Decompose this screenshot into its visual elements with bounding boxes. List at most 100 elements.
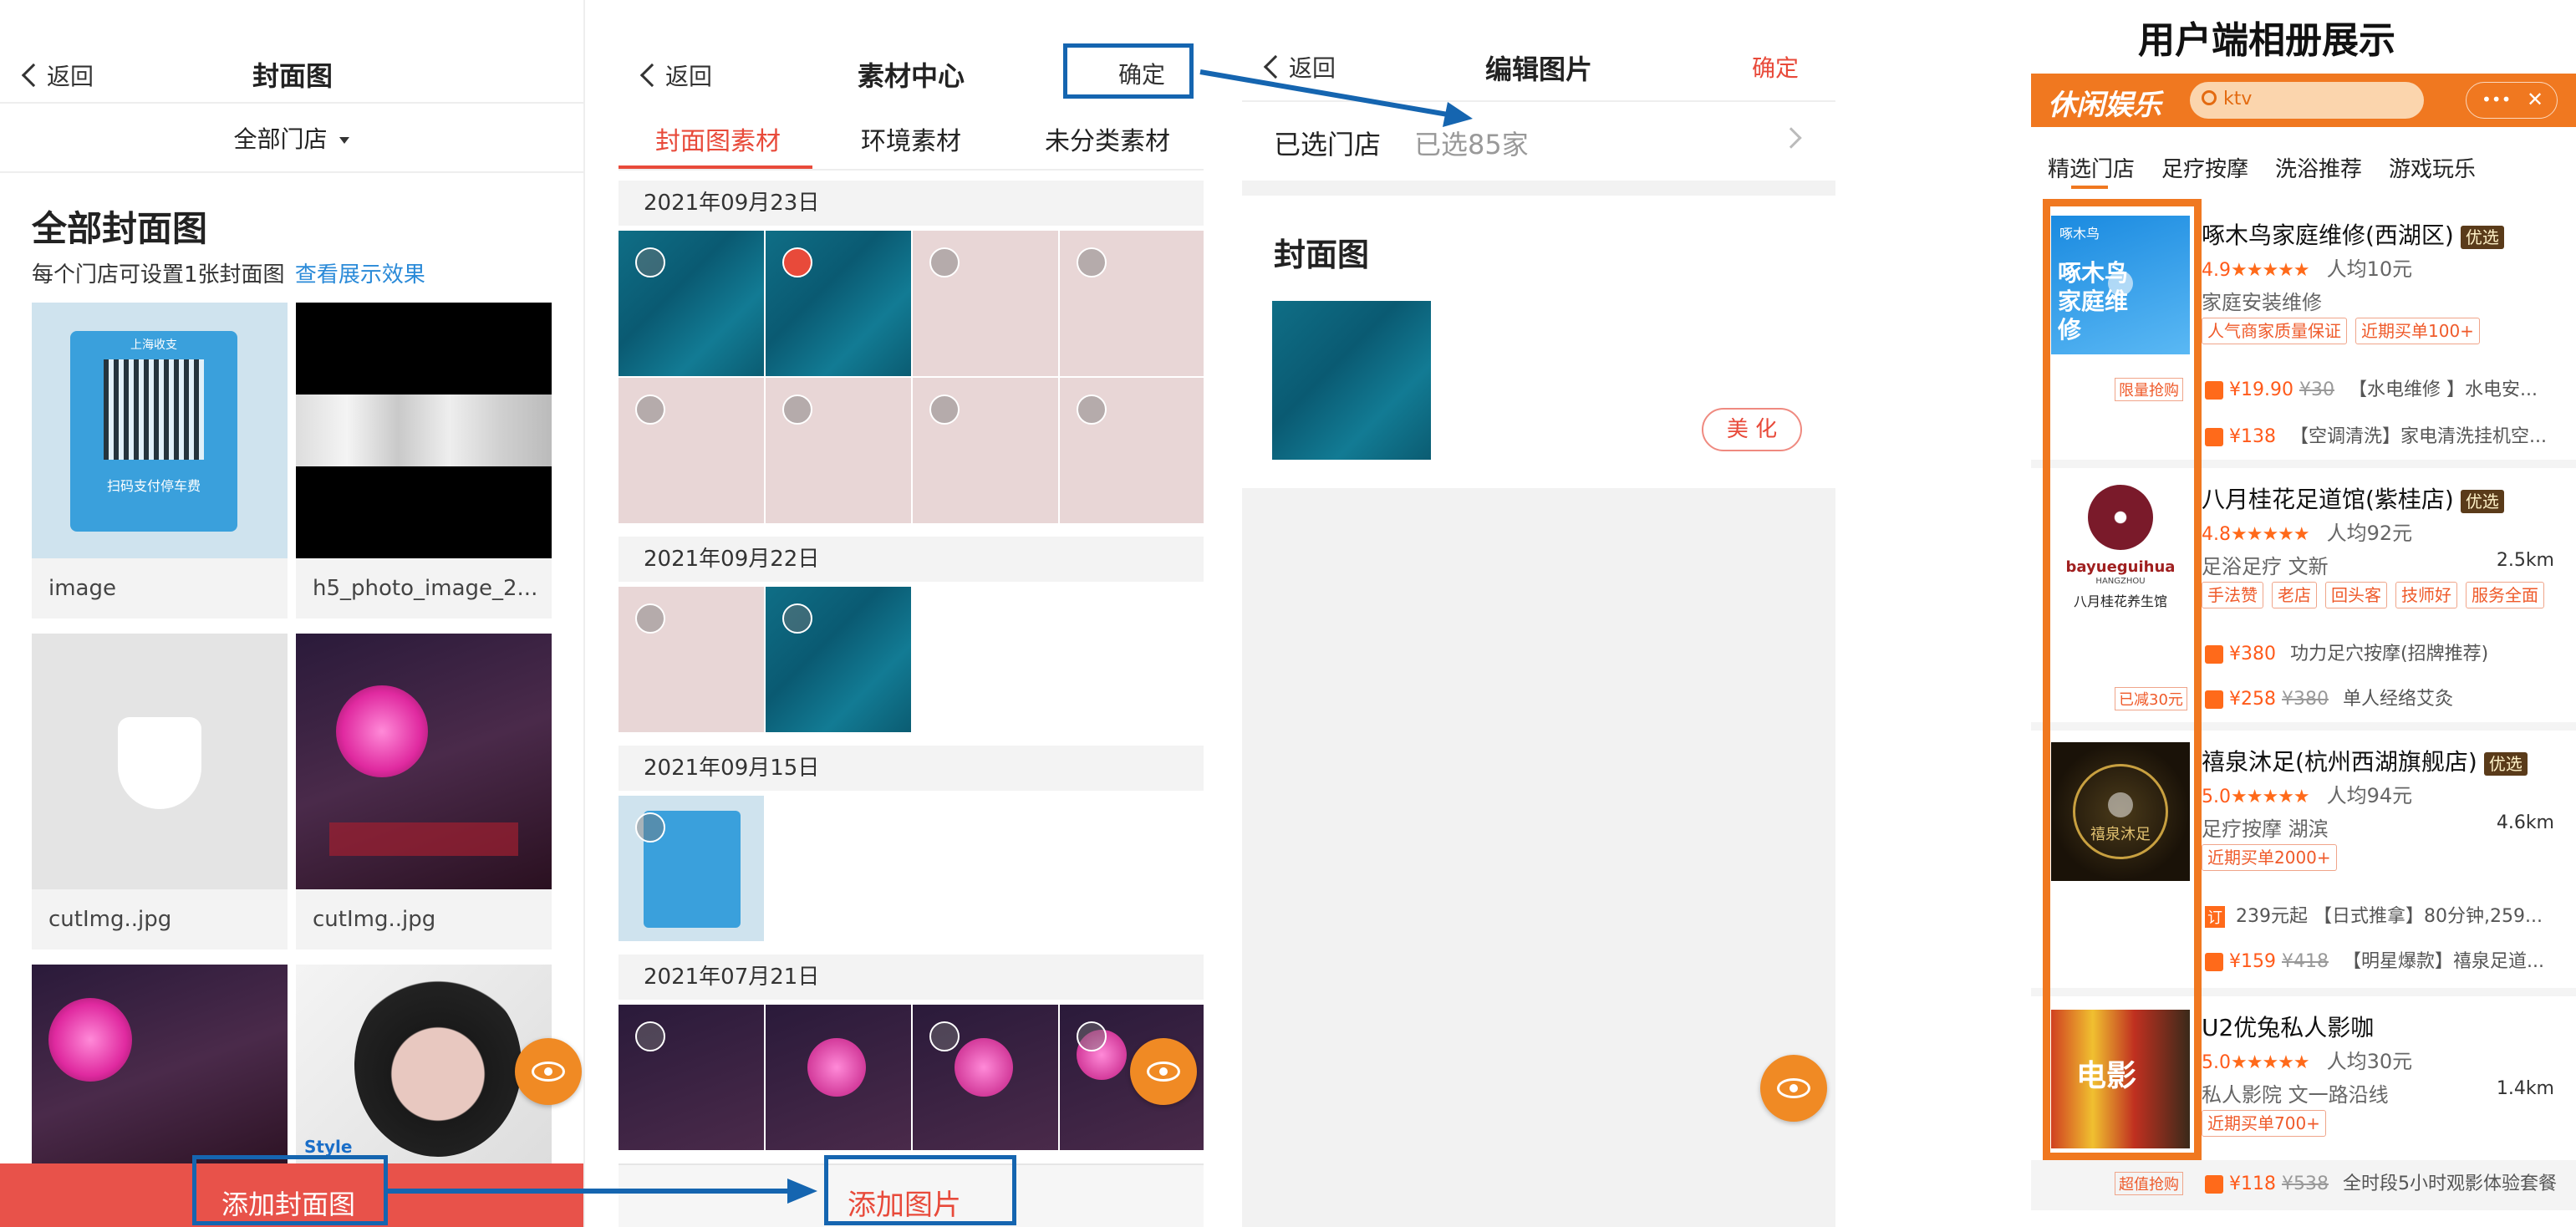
close-icon[interactable]: ✕ — [2527, 88, 2543, 111]
store-filter[interactable]: 全部门店 — [0, 121, 583, 155]
brand-logo: 休闲娱乐 — [2048, 89, 2161, 122]
rating-value: 5.0 — [2202, 787, 2231, 807]
store-name[interactable]: 禧泉沐足(杭州西湖旗舰店) 优选 — [2202, 744, 2528, 777]
premium-badge: 优选 — [2460, 490, 2504, 513]
avg-price: 人均94元 — [2326, 784, 2413, 807]
preview-floating-button[interactable] — [1760, 1055, 1827, 1122]
section-title: 封面图 — [1274, 237, 1370, 273]
pink-light — [955, 1038, 1013, 1097]
select-circle[interactable] — [782, 603, 812, 634]
confirm-button[interactable]: 确定 — [1752, 50, 1799, 84]
selected-cover-preview[interactable] — [1272, 301, 1431, 460]
material-thumb[interactable] — [766, 231, 911, 376]
search-input[interactable]: ktv — [2190, 82, 2424, 119]
material-thumb[interactable] — [913, 378, 1058, 523]
store-name-text: 啄木鸟家庭维修(西湖区) — [2202, 221, 2454, 249]
tab-featured[interactable]: 精选门店 — [2048, 152, 2135, 183]
rating-value: 4.9 — [2202, 260, 2231, 281]
back-button[interactable]: 返回 — [639, 59, 712, 92]
select-circle[interactable] — [929, 247, 960, 277]
deal-row[interactable]: ¥380 功力足穴按摩(招牌推荐) — [2205, 639, 2576, 665]
red-floor — [329, 822, 518, 856]
select-circle[interactable] — [782, 395, 812, 425]
deal-row[interactable]: 订 239元起 【日式推拿】80分钟,259... — [2205, 901, 2576, 928]
select-circle[interactable] — [929, 1021, 960, 1051]
poster-top-text: 上海收支 — [130, 339, 177, 352]
date-header: 2021年09月22日 — [619, 537, 1204, 582]
deal-icon — [2205, 645, 2223, 664]
material-thumb[interactable] — [619, 378, 764, 523]
material-thumb[interactable] — [619, 231, 764, 376]
select-circle[interactable] — [1077, 1021, 1107, 1051]
cover-thumbnail[interactable] — [32, 634, 288, 889]
cover-thumbnail[interactable] — [32, 965, 288, 1182]
select-circle[interactable] — [1077, 395, 1107, 425]
chevron-left-icon — [21, 63, 46, 88]
deal-desc: 【空调清洗】家电清洗挂机空... — [2290, 426, 2547, 447]
deal-row[interactable]: ¥19.90 ¥30 【水电维修 】水电安... — [2205, 374, 2576, 401]
tab-uncategorized-material[interactable]: 未分类素材 — [1045, 120, 1170, 157]
select-circle[interactable] — [635, 1021, 665, 1051]
preview-floating-button[interactable] — [1130, 1038, 1197, 1105]
tab-games[interactable]: 游戏玩乐 — [2389, 152, 2476, 183]
deal-desc: 单人经络艾灸 — [2343, 689, 2454, 710]
material-thumb[interactable] — [619, 796, 764, 941]
material-thumb[interactable] — [1060, 378, 1204, 523]
deal-icon — [2205, 428, 2223, 446]
select-circle[interactable] — [929, 395, 960, 425]
select-circle[interactable] — [635, 395, 665, 425]
material-thumb[interactable] — [913, 1005, 1058, 1150]
more-icon[interactable]: ••• — [2482, 89, 2511, 109]
material-thumb[interactable] — [766, 378, 911, 523]
back-button[interactable]: 返回 — [21, 59, 94, 92]
material-thumb[interactable] — [766, 1005, 911, 1150]
deal-row[interactable]: ¥258 ¥380 单人经络艾灸 — [2205, 684, 2576, 710]
cover-name: h5_photo_image_2... — [296, 558, 552, 619]
store-name-text: 八月桂花足道馆(紫桂店) — [2202, 486, 2454, 513]
tab-cover-material[interactable]: 封面图素材 — [655, 120, 781, 157]
page-title: 素材中心 — [857, 60, 965, 92]
store-name[interactable]: 啄木鸟家庭维修(西湖区) 优选 — [2202, 217, 2504, 251]
deal-price: ¥258 — [2229, 689, 2276, 710]
select-circle[interactable] — [635, 247, 665, 277]
select-circle[interactable] — [635, 812, 665, 843]
cover-thumbnail[interactable]: Style — [296, 965, 552, 1182]
material-thumb[interactable] — [619, 587, 764, 732]
photo-strip — [296, 395, 552, 466]
capsule-menu[interactable]: ••• ✕ — [2466, 82, 2558, 119]
chevron-right-icon — [1780, 127, 1802, 149]
material-thumb[interactable] — [766, 587, 911, 732]
store-name[interactable]: 八月桂花足道馆(紫桂店) 优选 — [2202, 481, 2504, 515]
selected-check-icon[interactable] — [782, 247, 812, 277]
section-subtitle: 每个门店可设置1张封面图 查看展示效果 — [32, 257, 425, 288]
tab-foot-massage[interactable]: 足疗按摩 — [2161, 152, 2248, 183]
store-name[interactable]: U2优兔私人影咖 — [2202, 1010, 2374, 1043]
cover-name: cutImg..jpg — [296, 889, 552, 950]
deal-price: ¥19.90 — [2229, 379, 2293, 400]
deal-row[interactable]: ¥138 【空调清洗】家电清洗挂机空... — [2205, 421, 2576, 448]
cover-thumbnail[interactable] — [296, 634, 552, 889]
pink-light — [336, 685, 428, 777]
beautify-button[interactable]: 美 化 — [1702, 408, 1802, 451]
deal-icon — [2205, 381, 2223, 400]
store-tag: 近期买单2000+ — [2202, 844, 2337, 871]
cover-thumbnail[interactable]: 上海收支 扫码支付停车费 — [32, 303, 288, 558]
tab-bath[interactable]: 洗浴推荐 — [2275, 152, 2362, 183]
view-effect-link[interactable]: 查看展示效果 — [295, 262, 425, 288]
cover-thumbnail[interactable] — [296, 303, 552, 558]
user-app-panel: 休闲娱乐 ktv ••• ✕ 精选门店 足疗按摩 洗浴推荐 游戏玩乐 啄木鸟 啄… — [2031, 74, 2576, 1210]
select-circle[interactable] — [635, 603, 665, 634]
arrow-to-add-image — [386, 1179, 817, 1204]
material-thumb[interactable] — [619, 1005, 764, 1150]
store-filter-label: 全部门店 — [233, 125, 328, 153]
rating-stars: ★★★★★ — [2231, 1052, 2310, 1073]
deal-row[interactable]: ¥159 ¥418 【明星爆款】禧泉足道... — [2205, 946, 2576, 973]
deal-row[interactable]: ¥118 ¥538 全时段5小时观影体验套餐 — [2205, 1168, 2576, 1195]
select-circle[interactable] — [1077, 247, 1107, 277]
store-rating: 4.8★★★★★ 人均92元 — [2202, 517, 2412, 546]
preview-floating-button[interactable] — [515, 1038, 582, 1105]
tab-environment-material[interactable]: 环境素材 — [861, 120, 961, 157]
material-thumb[interactable] — [1060, 231, 1204, 376]
store-tags: 近期买单700+ — [2202, 1110, 2334, 1137]
material-thumb[interactable] — [913, 231, 1058, 376]
